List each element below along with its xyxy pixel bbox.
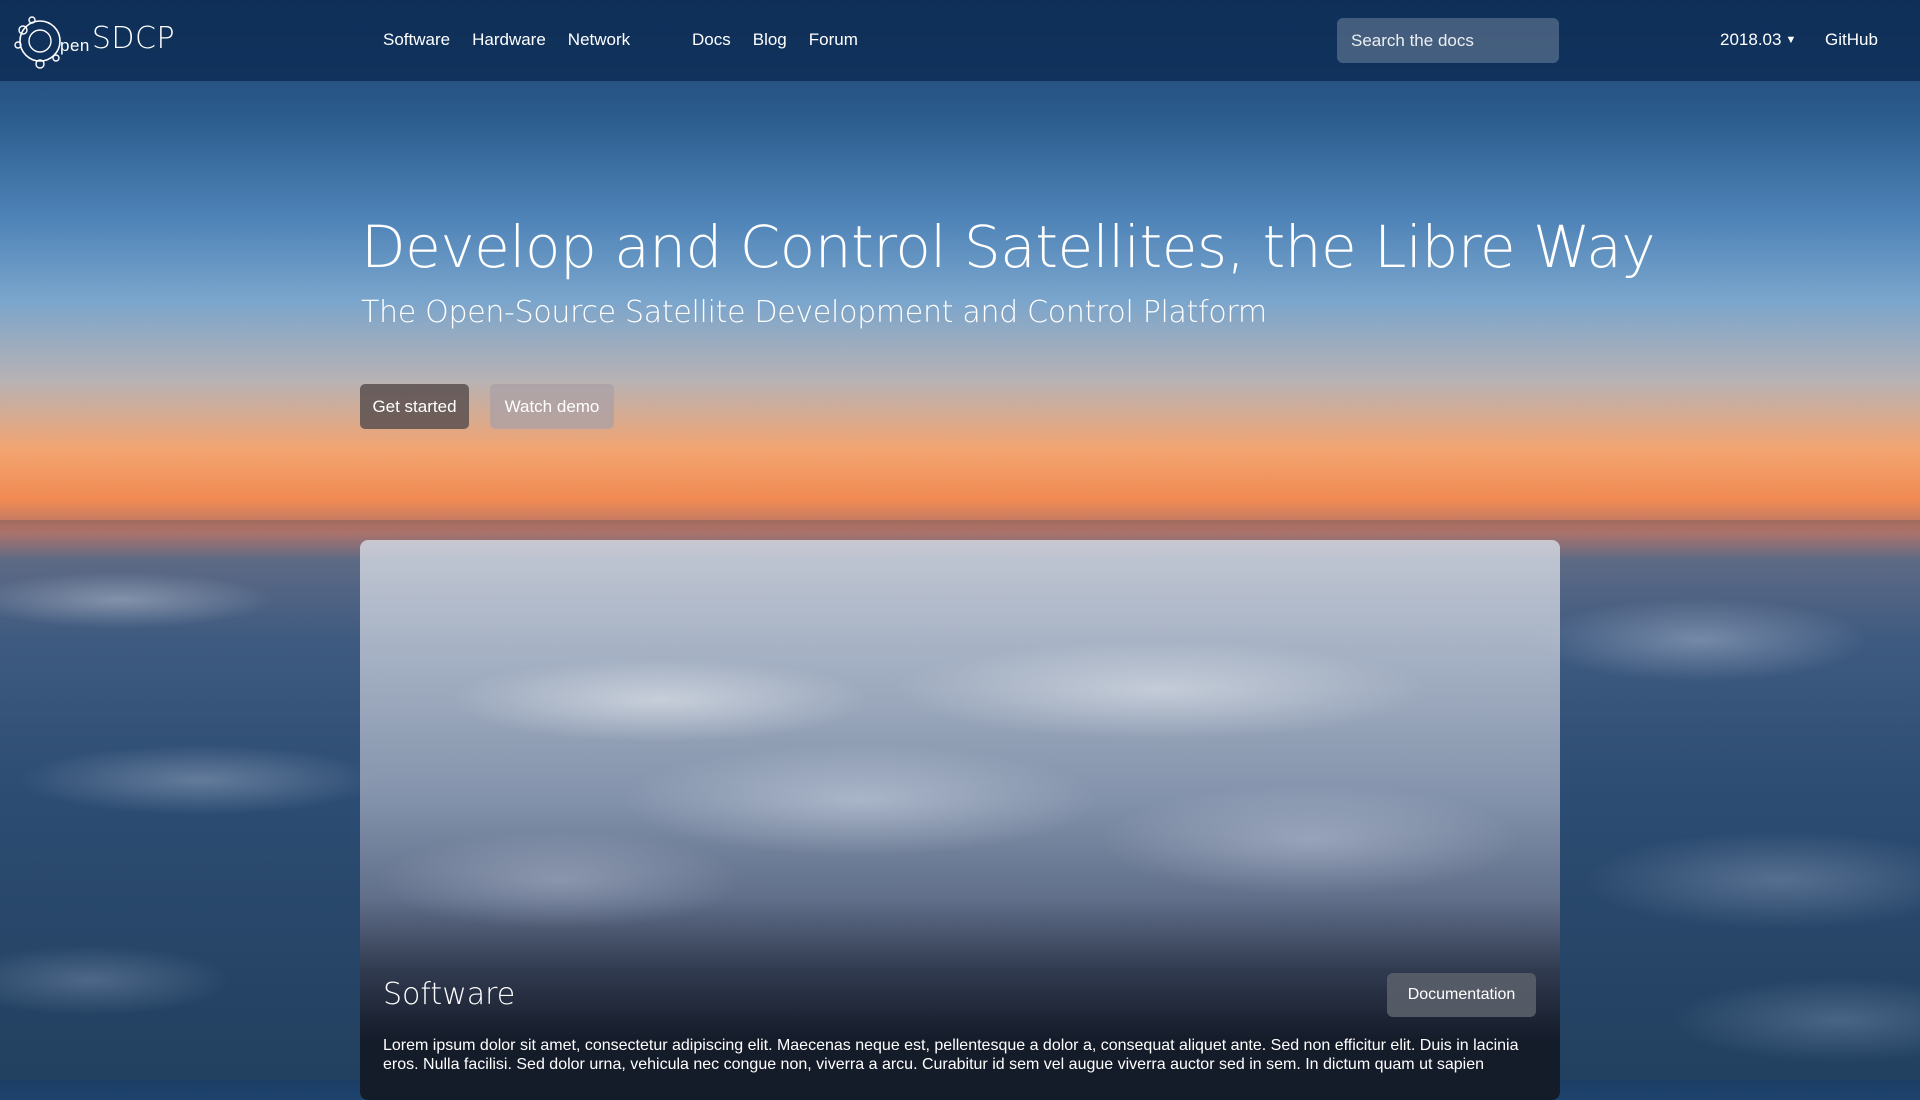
- github-link[interactable]: GitHub: [1825, 30, 1878, 50]
- hero-subtitle: The Open-Source Satellite Development an…: [361, 295, 1267, 330]
- nav-software[interactable]: Software: [383, 30, 450, 50]
- search-input[interactable]: [1337, 18, 1559, 63]
- secondary-nav: Docs Blog Forum: [692, 30, 880, 50]
- logo-small-text: pen: [60, 36, 90, 55]
- version-label: 2018.03: [1720, 30, 1782, 49]
- caret-down-icon: ▼: [1785, 34, 1797, 46]
- primary-nav: Software Hardware Network: [383, 30, 652, 50]
- horizon-line: [0, 520, 1920, 534]
- watch-demo-button[interactable]: Watch demo: [490, 384, 614, 429]
- nav-forum[interactable]: Forum: [809, 30, 858, 50]
- site-header: penSDCP Software Hardware Network Docs Blog…: [0, 0, 1920, 81]
- software-card: Software Documentation Lorem ipsum dolor…: [360, 540, 1560, 1100]
- logo-wordmark[interactable]: penSDCP: [60, 21, 175, 56]
- nav-network[interactable]: Network: [568, 30, 630, 50]
- hero-title: Develop and Control Satellites, the Libr…: [361, 213, 1656, 281]
- nav-blog[interactable]: Blog: [753, 30, 787, 50]
- card-cloud-image: [360, 580, 1560, 960]
- version-dropdown[interactable]: 2018.03 ▼: [1720, 30, 1796, 50]
- nav-docs[interactable]: Docs: [692, 30, 731, 50]
- card-description: Lorem ipsum dolor sit amet, consectetur …: [383, 1037, 1519, 1073]
- nav-hardware[interactable]: Hardware: [472, 30, 546, 50]
- get-started-button[interactable]: Get started: [360, 384, 469, 429]
- logo-name: SDCP: [91, 21, 176, 56]
- documentation-button[interactable]: Documentation: [1387, 973, 1536, 1017]
- card-title: Software: [383, 977, 516, 1012]
